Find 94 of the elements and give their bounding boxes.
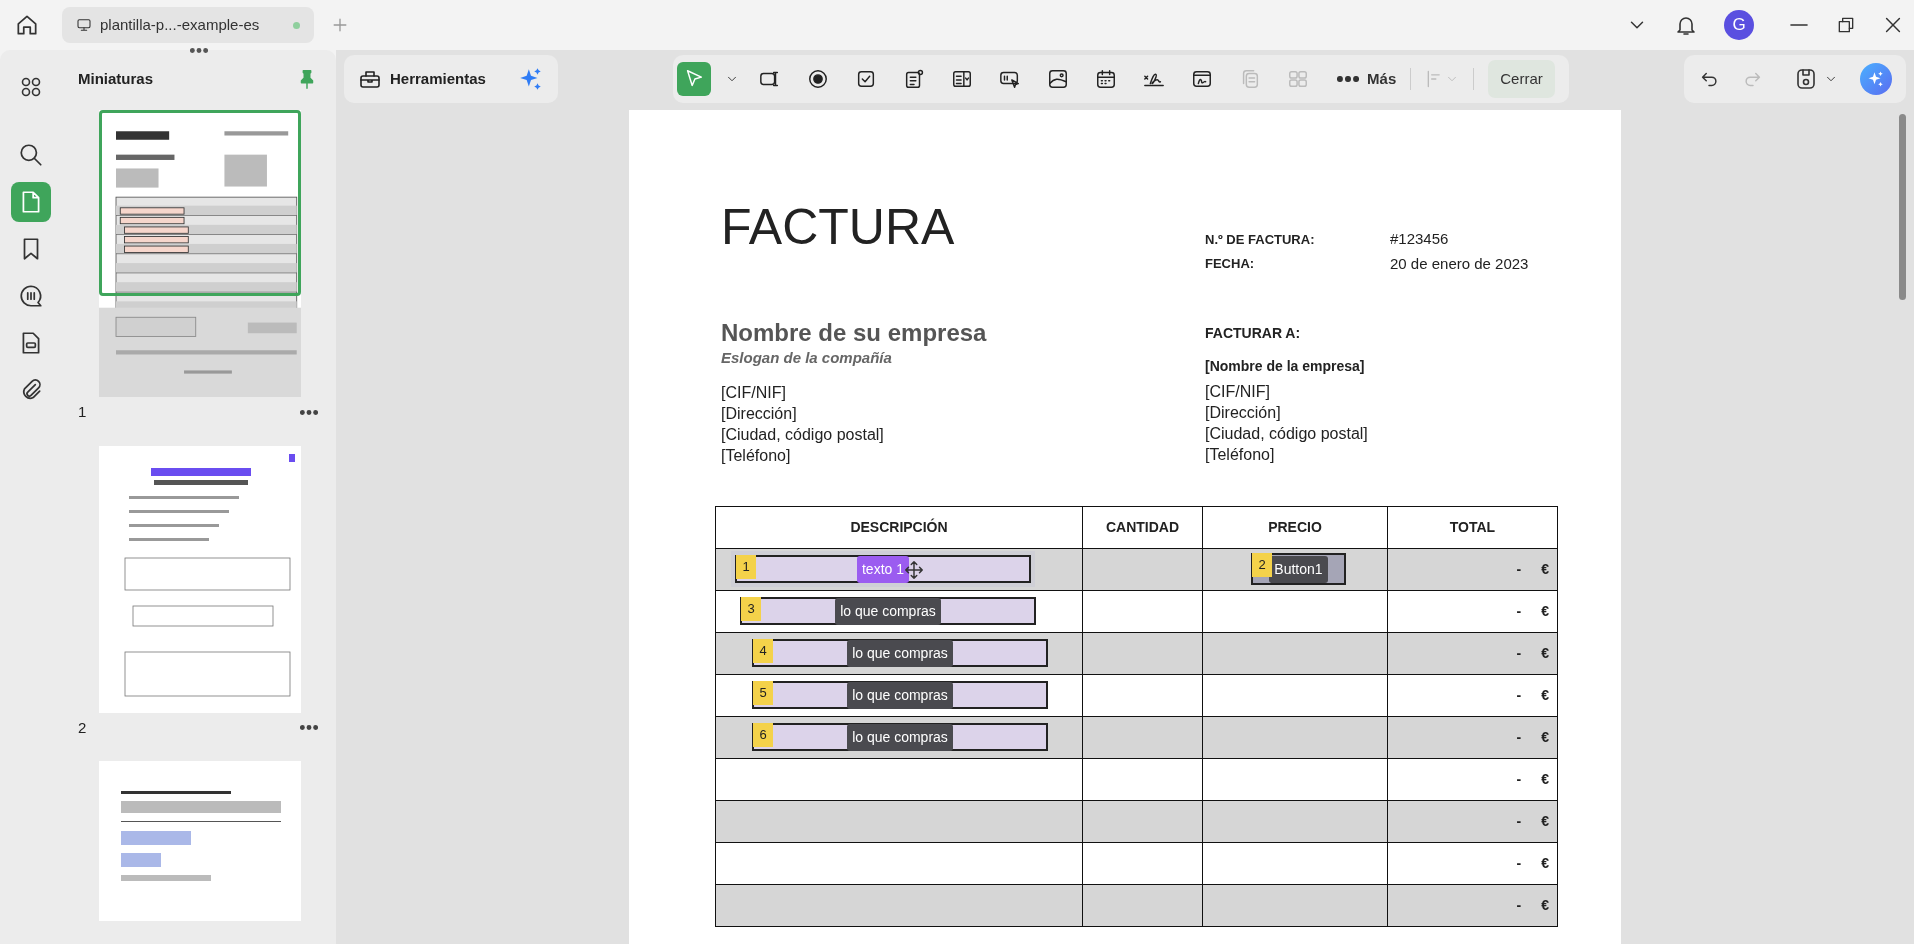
save-icon: [1794, 67, 1818, 91]
total-value: -: [1516, 643, 1522, 663]
user-avatar[interactable]: G: [1724, 10, 1754, 40]
field-number: 1: [736, 555, 756, 579]
address-line: [CIF/NIF]: [721, 382, 787, 403]
dots-icon: [300, 409, 318, 415]
more-button[interactable]: [300, 409, 318, 415]
restore-button[interactable]: [1836, 15, 1856, 35]
field-number: 3: [741, 597, 761, 621]
sparkle-icon: [1867, 70, 1885, 88]
page-thumbnail[interactable]: [99, 761, 301, 921]
total-value: -: [1516, 853, 1522, 873]
total-value: -: [1516, 811, 1522, 831]
total-value: -: [1516, 559, 1522, 579]
field-value: #123456: [1390, 229, 1450, 249]
address-line: [Teléfono]: [721, 445, 792, 466]
unsaved-dot: [293, 21, 300, 29]
total-value: -: [1516, 769, 1522, 789]
apps-icon: [19, 75, 43, 99]
total-value: -: [1516, 601, 1522, 621]
field-value: 20 de enero de 2023: [1390, 253, 1529, 274]
monitor-icon: [76, 17, 92, 33]
text-field[interactable]: 4 lo que compras: [752, 639, 1048, 667]
currency-symbol: €: [1541, 727, 1549, 747]
currency-symbol: €: [1541, 853, 1549, 873]
total-value: -: [1516, 727, 1522, 747]
button-field[interactable]: 2 Button1: [1251, 553, 1346, 585]
column-header: TOTAL: [1387, 506, 1558, 548]
bill-to-name: [Nombre de la empresa]: [1205, 357, 1366, 376]
tab-title: plantilla-p...-example-es: [100, 14, 260, 35]
address-line: [CIF/NIF]: [1205, 382, 1271, 402]
page-number: 2: [78, 717, 87, 738]
currency-symbol: €: [1541, 601, 1549, 621]
page-number: 1: [78, 402, 87, 422]
column-header: DESCRIPCIÓN: [715, 506, 1083, 548]
bill-to-heading: FACTURAR A:: [1205, 324, 1302, 343]
total-value: -: [1516, 895, 1522, 915]
dots-icon: [1337, 76, 1360, 82]
field-name: texto 1: [857, 555, 909, 583]
column-header: PRECIO: [1202, 506, 1388, 548]
drag-handle[interactable]: [190, 48, 208, 53]
calendar-icon: [1095, 67, 1118, 91]
text-field[interactable]: 6 lo que compras: [752, 723, 1048, 751]
save-button[interactable]: [1794, 67, 1838, 91]
page-thumbnail[interactable]: [99, 445, 301, 713]
column-header: CANTIDAD: [1082, 506, 1203, 548]
address-line: [Dirección]: [721, 403, 798, 424]
move-cursor-icon: [903, 559, 926, 581]
company-slogan: Eslogan de la compañía: [721, 348, 893, 368]
minimize-button[interactable]: [1788, 24, 1810, 26]
currency-symbol: €: [1541, 643, 1549, 663]
currency-symbol: €: [1541, 895, 1549, 915]
field-name: lo que compras: [847, 723, 953, 751]
assistant-button[interactable]: [1860, 63, 1892, 95]
more-button[interactable]: [300, 725, 318, 731]
panel-title: Herramientas: [390, 68, 486, 89]
field-number: 2: [1252, 553, 1272, 577]
scrollbar-thumb[interactable]: [1899, 114, 1906, 300]
currency-symbol: €: [1541, 811, 1549, 831]
field-label: N.º DE FACTURA:: [1205, 230, 1316, 249]
field-name: lo que compras: [847, 639, 953, 667]
more-tools-button[interactable]: Más: [1337, 67, 1397, 91]
field-name: lo que compras: [835, 597, 941, 625]
field-number: 5: [753, 681, 773, 705]
field-number: 4: [753, 639, 773, 663]
address-line: [Ciudad, código postal]: [1205, 424, 1368, 444]
comment-icon: [18, 283, 44, 309]
address-line: [Dirección]: [1205, 403, 1282, 423]
text-field[interactable]: 5 lo que compras: [752, 681, 1048, 709]
search-icon: [18, 142, 44, 168]
invoice-title: FACTURA: [720, 202, 956, 257]
minimize-icon: [1788, 24, 1810, 26]
close-tools-button[interactable]: Cerrar: [1488, 60, 1555, 98]
field-label: FECHA:: [1205, 255, 1256, 273]
field-number: 6: [753, 723, 773, 747]
currency-symbol: €: [1541, 769, 1549, 789]
field-name: Button1: [1269, 555, 1328, 583]
radio-button-icon: [807, 67, 830, 91]
panel-title: Miniaturas: [78, 68, 153, 89]
text-field[interactable]: 3 lo que compras: [740, 597, 1036, 625]
dots-icon: [300, 725, 318, 731]
image-icon: [1047, 67, 1070, 91]
restore-icon: [1836, 15, 1856, 35]
page-thumbnail[interactable]: [99, 110, 301, 397]
currency-symbol: €: [1541, 559, 1549, 579]
company-name: Nombre de su empresa: [721, 319, 988, 347]
address-line: [Ciudad, código postal]: [721, 424, 885, 445]
total-value: -: [1516, 685, 1522, 705]
address-line: [Teléfono]: [1205, 445, 1276, 465]
list-box-icon: [903, 67, 926, 91]
currency-symbol: €: [1541, 685, 1549, 705]
field-name: lo que compras: [847, 681, 953, 709]
document-tab[interactable]: plantilla-p...-example-es: [62, 7, 314, 43]
dots-icon: [190, 48, 208, 53]
